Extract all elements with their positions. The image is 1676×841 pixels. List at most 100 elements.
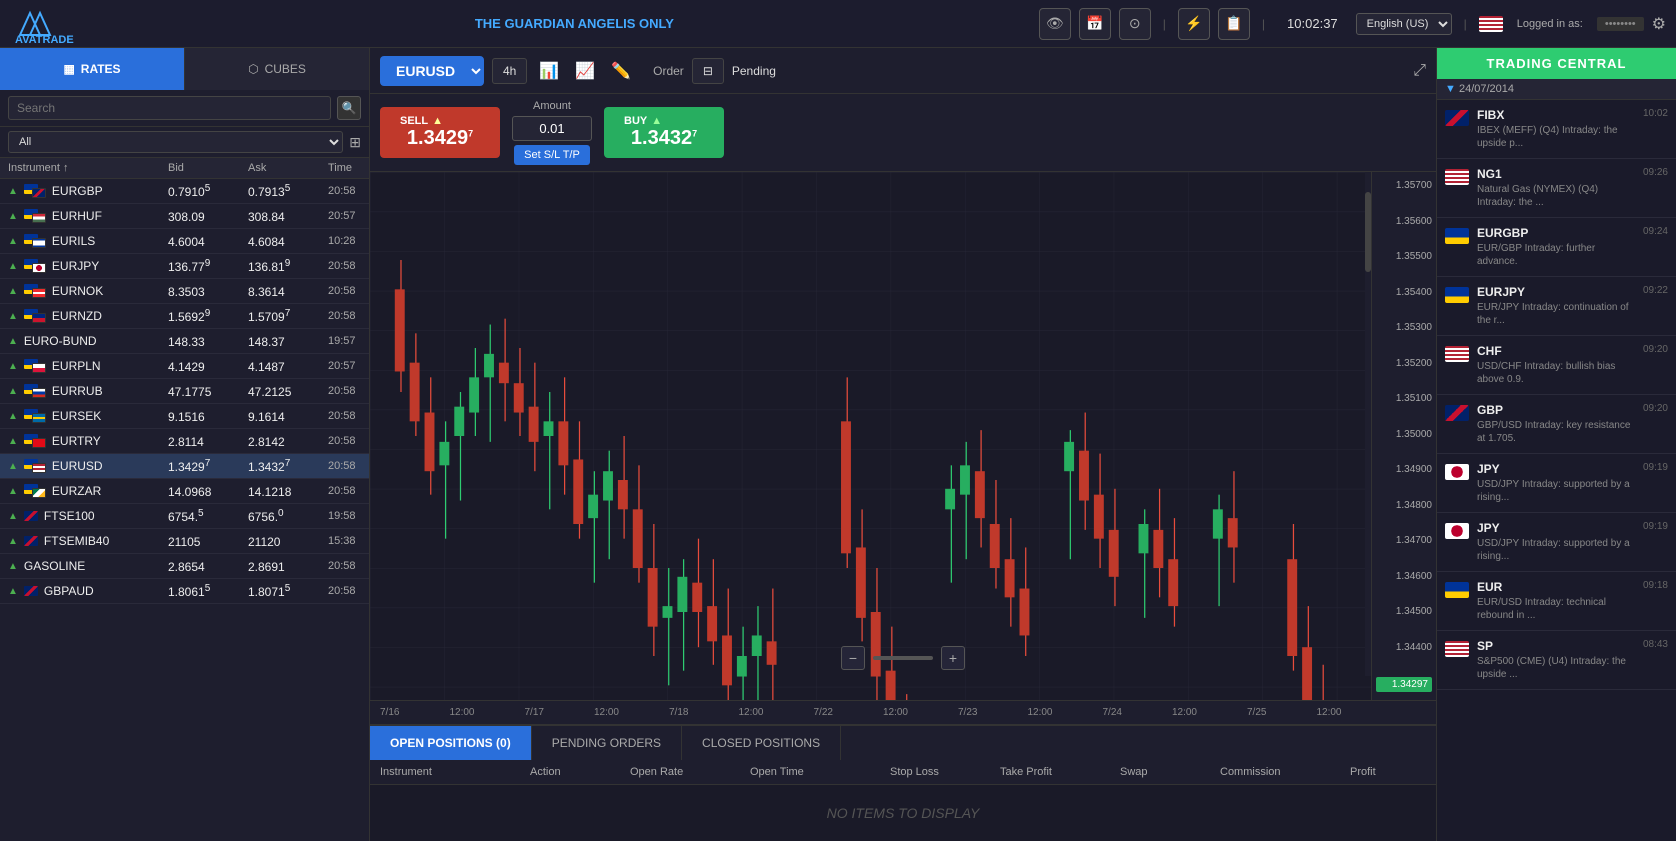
tc-list-item[interactable]: CHF USD/CHF Intraday: bullish bias above… [1437, 336, 1676, 395]
tc-list-item[interactable]: EURGBP EUR/GBP Intraday: further advance… [1437, 218, 1676, 277]
marquee-text: THE GUARDIAN ANGELIS ONLY [110, 16, 1039, 31]
instrument-row[interactable]: ▲ EURILS 4.6004 4.6084 10:28 [0, 229, 369, 254]
instrument-row[interactable]: ▲ FTSE100 6754.5 6756.0 19:58 [0, 504, 369, 529]
zoom-out-button[interactable]: − [841, 646, 865, 670]
right-panel: TRADING CENTRAL ▼ 24/07/2014 FIBX IBEX (… [1436, 48, 1676, 841]
instrument-row[interactable]: ▲ EURTRY 2.8114 2.8142 20:58 [0, 429, 369, 454]
timeframe-button[interactable]: 4h [492, 58, 527, 84]
expand-button[interactable]: ⤢ [1413, 62, 1426, 80]
instrument-row[interactable]: ▲ EURSEK 9.1516 9.1614 20:58 [0, 404, 369, 429]
column-header: Swap [1120, 766, 1220, 778]
tc-list-item[interactable]: EURJPY EUR/JPY Intraday: continuation of… [1437, 277, 1676, 336]
instrument-name: GBPAUD [44, 584, 94, 598]
search-input[interactable] [8, 96, 331, 120]
tab-rates[interactable]: ▦ RATES [0, 48, 184, 90]
instrument-row[interactable]: ▲ EURNZD 1.56929 1.57097 20:58 [0, 304, 369, 329]
language-select[interactable]: English (US) [1356, 13, 1452, 35]
instrument-row[interactable]: ▲ EURPLN 4.1429 4.1487 20:57 [0, 354, 369, 379]
column-header: Action [530, 766, 630, 778]
y-axis-label: 1.35700 [1376, 180, 1432, 191]
time-value: 20:58 [328, 460, 369, 472]
instrument-row[interactable]: ▲ GBPAUD 1.80615 1.80715 20:58 [0, 579, 369, 604]
instrument-row[interactable]: ▲ EURUSD 1.34297 1.34327 20:58 [0, 454, 369, 479]
chart-canvas: O: 1.35155 H: 1.35248 L: 1.35127 C: 1.35… [370, 172, 1436, 700]
col-bid: Bid [168, 162, 248, 174]
tc-list-item[interactable]: JPY USD/JPY Intraday: supported by a ris… [1437, 513, 1676, 572]
zoom-in-button[interactable]: + [941, 646, 965, 670]
tc-list-item[interactable]: JPY USD/JPY Intraday: supported by a ris… [1437, 454, 1676, 513]
chart-bars-icon[interactable]: 📊 [535, 57, 563, 85]
instrument-row[interactable]: ▲ GASOLINE 2.8654 2.8691 20:58 [0, 554, 369, 579]
tc-content: CHF USD/CHF Intraday: bullish bias above… [1477, 344, 1635, 386]
vertical-scrollbar[interactable] [1365, 172, 1371, 676]
bid-value: 47.1775 [168, 383, 248, 399]
settings-icon[interactable]: ⚙ [1652, 14, 1666, 34]
instrument-row[interactable]: ▲ EURO-BUND 148.33 148.37 19:57 [0, 329, 369, 354]
instrument-row[interactable]: ▲ FTSEMIB40 21105 21120 15:38 [0, 529, 369, 554]
buy-arrow: ▲ [651, 115, 662, 127]
copy-icon[interactable]: 📋 [1218, 8, 1250, 40]
instrument-row[interactable]: ▲ EURHUF 308.09 308.84 20:57 [0, 204, 369, 229]
instruments-table-header: Instrument ↑ Bid Ask Time [0, 158, 369, 179]
tab-closed-positions[interactable]: CLOSED POSITIONS [682, 726, 841, 760]
tc-list: FIBX IBEX (MEFF) (Q4) Intraday: the upsi… [1437, 100, 1676, 841]
instrument-row[interactable]: ▲ EURJPY 136.779 136.819 20:58 [0, 254, 369, 279]
set-sl-tp-button[interactable]: Set S/L T/P [514, 145, 590, 165]
instrument-name: FTSEMIB40 [44, 534, 109, 548]
order-type-button[interactable]: ⊟ [692, 58, 724, 84]
tc-content: NG1 Natural Gas (NYMEX) (Q4) Intraday: t… [1477, 167, 1635, 209]
scroll-thumb[interactable] [1365, 192, 1371, 272]
tc-list-item[interactable]: GBP GBP/USD Intraday: key resistance at … [1437, 395, 1676, 454]
buy-button[interactable]: BUY ▲ 1.34327 [604, 107, 724, 158]
sell-button[interactable]: SELL ▲ 1.34297 [380, 107, 500, 158]
chart-line-icon[interactable]: 📈 [571, 57, 599, 85]
column-header: Stop Loss [890, 766, 1000, 778]
instrument-row[interactable]: ▲ EURZAR 14.0968 14.1218 20:58 [0, 479, 369, 504]
trend-indicator: ▲ [8, 411, 18, 422]
instrument-name: EURJPY [52, 259, 99, 273]
bid-value: 8.3503 [168, 283, 248, 299]
x-axis-label: 12:00 [1172, 707, 1197, 718]
filter-select[interactable]: All [8, 131, 343, 153]
x-axis-label: 7/25 [1247, 707, 1266, 718]
tc-list-item[interactable]: SP S&P500 (CME) (U4) Intraday: the upsid… [1437, 631, 1676, 690]
ask-value: 4.1487 [248, 358, 328, 374]
tab-open-positions[interactable]: OPEN POSITIONS (0) [370, 726, 532, 760]
instrument-row[interactable]: ▲ EURGBP 0.79105 0.79135 20:58 [0, 179, 369, 204]
amount-input[interactable] [512, 116, 592, 141]
time-value: 19:57 [328, 335, 369, 347]
time-value: 20:58 [328, 410, 369, 422]
time-value: 20:58 [328, 185, 369, 197]
search-button[interactable]: 🔍 [337, 96, 361, 120]
sell-label: SELL [400, 115, 428, 127]
tc-symbol: EURGBP [1477, 226, 1635, 240]
tc-flag [1445, 523, 1469, 539]
flash-icon[interactable]: ⚡ [1178, 8, 1210, 40]
tc-list-item[interactable]: NG1 Natural Gas (NYMEX) (Q4) Intraday: t… [1437, 159, 1676, 218]
tab-cubes[interactable]: ⬡ CUBES [184, 48, 369, 90]
amount-label: Amount [533, 100, 571, 112]
view-grid-icon[interactable]: ⊞ [349, 134, 361, 151]
chart-draw-icon[interactable]: ✏️ [607, 57, 635, 85]
x-axis-label: 12:00 [883, 707, 908, 718]
instrument-row[interactable]: ▲ EURRUB 47.1775 47.2125 20:58 [0, 379, 369, 404]
tc-time: 09:26 [1643, 167, 1668, 178]
trend-indicator: ▲ [8, 336, 18, 347]
positions-table-headers: InstrumentActionOpen RateOpen TimeStop L… [370, 760, 1436, 785]
tab-pending-orders[interactable]: PENDING ORDERS [532, 726, 682, 760]
tc-list-item[interactable]: FIBX IBEX (MEFF) (Q4) Intraday: the upsi… [1437, 100, 1676, 159]
instrument-row[interactable]: ▲ EURNOK 8.3503 8.3614 20:58 [0, 279, 369, 304]
zoom-bar[interactable] [873, 656, 933, 660]
symbol-select[interactable]: EURUSD [380, 56, 484, 86]
bid-value: 9.1516 [168, 408, 248, 424]
tc-symbol: EUR [1477, 580, 1635, 594]
eye-icon[interactable]: 👁 [1039, 8, 1071, 40]
bid-value: 4.1429 [168, 358, 248, 374]
calendar-icon[interactable]: 📅 [1079, 8, 1111, 40]
tc-content: FIBX IBEX (MEFF) (Q4) Intraday: the upsi… [1477, 108, 1635, 150]
trend-indicator: ▲ [8, 561, 18, 572]
circle-icon[interactable]: ⊙ [1119, 8, 1151, 40]
tc-list-item[interactable]: EUR EUR/USD Intraday: technical rebound … [1437, 572, 1676, 631]
y-axis-label: 1.34297 [1376, 677, 1432, 692]
tc-description: EUR/GBP Intraday: further advance. [1477, 242, 1635, 268]
